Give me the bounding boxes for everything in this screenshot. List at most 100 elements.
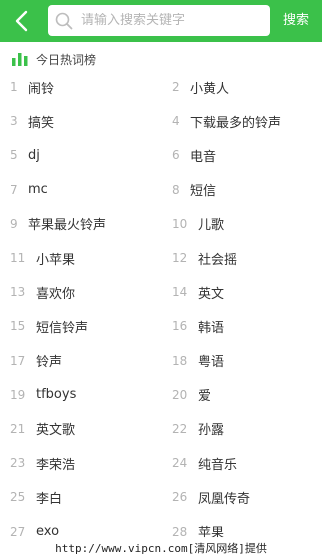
hot-word-rank: 5 [10, 148, 18, 163]
hot-word-rank: 14 [172, 285, 188, 300]
hot-word-rank: 4 [172, 114, 180, 129]
hot-word-keyword: 粤语 [198, 355, 225, 371]
hot-word-item[interactable]: 9 苹果最火铃声 [10, 207, 160, 241]
hot-words-list: 1 闹铃 2 小黄人 3 搞笑 4 下载最多的铃声 5 dj 6 电音 7 mc 8 短信 9 苹果最火铃声 10 儿… [0, 70, 322, 549]
hot-words-row: 11 小苹果 12 社会摇 [0, 241, 322, 275]
hot-words-row: 21 英文歌 22 孙露 [0, 412, 322, 446]
hot-word-keyword: 短信 [190, 184, 217, 200]
hot-words-title: 今日热词榜 [36, 52, 97, 67]
hot-word-keyword: 短信铃声 [36, 320, 89, 336]
hot-word-keyword: 搞笑 [28, 115, 55, 131]
hot-word-keyword: 社会摇 [198, 252, 238, 268]
hot-word-item[interactable]: 12 社会摇 [172, 241, 317, 275]
hot-word-rank: 25 [10, 490, 26, 505]
hot-word-item[interactable]: 8 短信 [172, 173, 317, 207]
hot-word-item[interactable]: 25 李白 [10, 480, 160, 514]
hot-word-item[interactable]: 6 电音 [172, 138, 317, 172]
hot-word-item[interactable]: 14 英文 [172, 275, 317, 309]
hot-words-row: 19 tfboys 20 爱 [0, 378, 322, 412]
hot-word-keyword: dj [28, 147, 40, 163]
hot-word-item[interactable]: 5 dj [10, 138, 160, 172]
hot-word-keyword: 小苹果 [36, 252, 76, 268]
hot-word-keyword: 下载最多的铃声 [190, 115, 282, 131]
hot-word-rank: 7 [10, 182, 18, 197]
hot-word-item[interactable]: 10 儿歌 [172, 207, 317, 241]
watermark: http://www.vipcn.com[清风网络]提供 [0, 537, 322, 559]
hot-word-item[interactable]: 24 纯音乐 [172, 446, 317, 480]
hot-word-item[interactable]: 19 tfboys [10, 378, 160, 412]
hot-word-item[interactable]: 1 闹铃 [10, 70, 160, 104]
hot-word-rank: 20 [172, 387, 188, 402]
hot-word-rank: 8 [172, 182, 180, 197]
hot-word-rank: 3 [10, 114, 18, 129]
hot-word-rank: 24 [172, 456, 188, 471]
hot-word-rank: 19 [10, 387, 26, 402]
hot-word-keyword: 闹铃 [28, 81, 55, 97]
hot-word-item[interactable]: 23 李荣浩 [10, 446, 160, 480]
hot-words-row: 13 喜欢你 14 英文 [0, 275, 322, 309]
hot-word-keyword: 苹果最火铃声 [28, 218, 107, 234]
chevron-left-icon [15, 10, 28, 32]
hot-word-item[interactable]: 21 英文歌 [10, 412, 160, 446]
hot-word-item[interactable]: 17 铃声 [10, 344, 160, 378]
hot-word-rank: 15 [10, 319, 26, 334]
hot-word-item[interactable]: 13 喜欢你 [10, 275, 160, 309]
hot-word-rank: 22 [172, 421, 188, 436]
hot-words-row: 3 搞笑 4 下载最多的铃声 [0, 104, 322, 138]
hot-word-item[interactable]: 20 爱 [172, 378, 317, 412]
hot-word-item[interactable]: 16 韩语 [172, 309, 317, 343]
hot-words-row: 25 李白 26 凤凰传奇 [0, 480, 322, 514]
hot-word-rank: 26 [172, 490, 188, 505]
hot-word-keyword: 铃声 [36, 355, 63, 371]
hot-word-rank: 21 [10, 421, 26, 436]
hot-word-keyword: 英文 [198, 286, 225, 302]
hot-word-rank: 6 [172, 148, 180, 163]
top-bar: 搜索 [0, 0, 322, 42]
hot-words-header: 今日热词榜 [12, 50, 96, 68]
hot-word-keyword: 爱 [198, 389, 212, 405]
hot-word-keyword: 英文歌 [36, 423, 76, 439]
hot-word-item[interactable]: 11 小苹果 [10, 241, 160, 275]
hot-word-keyword: 儿歌 [198, 218, 225, 234]
hot-word-item[interactable]: 15 短信铃声 [10, 309, 160, 343]
hot-word-rank: 18 [172, 353, 188, 368]
hot-word-keyword: 李荣浩 [36, 457, 76, 473]
hot-words-row: 1 闹铃 2 小黄人 [0, 70, 322, 104]
hot-word-keyword: 小黄人 [190, 81, 230, 97]
hot-word-keyword: 孙露 [198, 423, 225, 439]
hot-words-row: 7 mc 8 短信 [0, 173, 322, 207]
hot-word-item[interactable]: 2 小黄人 [172, 70, 317, 104]
hot-word-keyword: 纯音乐 [198, 457, 238, 473]
hot-word-item[interactable]: 3 搞笑 [10, 104, 160, 138]
hot-word-item[interactable]: 26 凤凰传奇 [172, 480, 317, 514]
hot-word-rank: 11 [10, 251, 26, 266]
hot-word-rank: 16 [172, 319, 188, 334]
hot-word-item[interactable]: 7 mc [10, 173, 160, 207]
search-button[interactable]: 搜索 [276, 0, 316, 42]
hot-word-item[interactable]: 22 孙露 [172, 412, 317, 446]
hot-words-row: 17 铃声 18 粤语 [0, 344, 322, 378]
hot-word-rank: 2 [172, 80, 180, 95]
hot-word-item[interactable]: 18 粤语 [172, 344, 317, 378]
hot-word-rank: 13 [10, 285, 26, 300]
hot-word-keyword: 电音 [190, 149, 217, 165]
hot-word-rank: 1 [10, 80, 18, 95]
hot-words-row: 23 李荣浩 24 纯音乐 [0, 446, 322, 480]
search-icon [55, 12, 73, 30]
hot-word-rank: 17 [10, 353, 26, 368]
hot-word-keyword: 李白 [36, 491, 63, 507]
bar-chart-icon [12, 53, 28, 66]
hot-word-keyword: 喜欢你 [36, 286, 76, 302]
hot-word-keyword: 凤凰传奇 [198, 491, 251, 507]
hot-words-row: 9 苹果最火铃声 10 儿歌 [0, 207, 322, 241]
back-button[interactable] [6, 6, 36, 36]
hot-word-item[interactable]: 4 下载最多的铃声 [172, 104, 317, 138]
search-input[interactable] [81, 13, 261, 28]
hot-word-rank: 9 [10, 216, 18, 231]
search-box[interactable] [48, 5, 270, 36]
hot-word-rank: 23 [10, 456, 26, 471]
hot-word-rank: 10 [172, 216, 188, 231]
hot-words-row: 15 短信铃声 16 韩语 [0, 309, 322, 343]
hot-word-keyword: mc [28, 182, 48, 198]
hot-word-rank: 12 [172, 251, 188, 266]
